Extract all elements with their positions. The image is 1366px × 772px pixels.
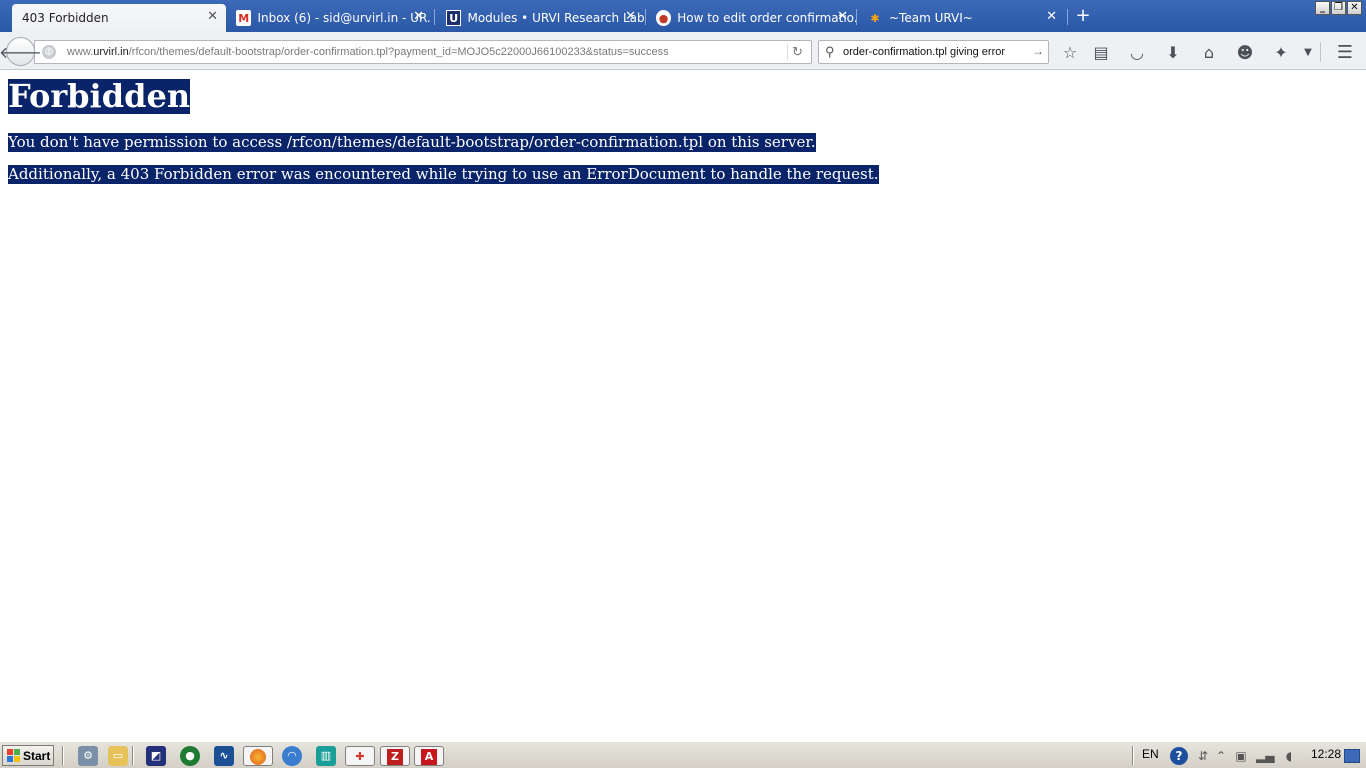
tab-title: Modules • URVI Research Labs [467,11,644,25]
search-icon: ⚲ [825,44,835,59]
window-controls: _ ❐ ✕ [1315,1,1362,15]
url-bar[interactable]: ◍ www.urvirl.in/rfcon/themes/default-boo… [34,40,812,64]
extension-icon[interactable]: ✦ [1270,41,1292,63]
close-tab-icon[interactable]: ✕ [207,10,218,24]
back-arrow-icon: 🡐 [0,42,42,62]
pocket-icon[interactable]: ◡ [1126,41,1148,63]
navigation-toolbar: ◍ www.urvirl.in/rfcon/themes/default-boo… [0,32,1366,70]
home-icon[interactable]: ⌂ [1198,41,1220,63]
menu-icon[interactable]: ☰ [1334,41,1356,63]
firefox-icon [250,749,266,765]
taskbar: Start ⚙ ▭ ◩ ● ∿ ◠ ▥ ✚ Z A EN ? ⇵ ⌃ ▣ ▂▄ … [0,741,1366,768]
start-button[interactable]: Start [2,745,54,766]
error-document-message: Additionally, a 403 Forbidden error was … [8,165,879,184]
joomla-icon: ✱ [870,11,880,25]
folder-icon[interactable]: ▭ [108,746,128,766]
close-tab-icon[interactable]: ✕ [1046,10,1057,24]
image-tool-icon: ✚ [355,750,365,763]
permission-message: You don't have permission to access /rfc… [8,133,816,152]
tray-arrows-icon[interactable]: ⇵ [1194,747,1212,765]
globe-icon: ◍ [42,45,56,59]
clock[interactable]: 12:28 [1311,747,1341,761]
search-bar[interactable]: ⚲ → [818,40,1049,64]
close-tab-icon[interactable]: ✕ [837,10,848,24]
help-icon[interactable]: ? [1170,747,1188,765]
signal-icon[interactable]: ▂▄ [1256,747,1274,765]
tab-separator [434,9,435,25]
tab-separator [1067,9,1068,25]
bookmark-star-icon[interactable]: ☆ [1059,41,1081,63]
toolbar-separator [1320,42,1321,62]
gmail-icon: M [236,10,252,26]
device-icon[interactable]: ▣ [1232,747,1250,765]
tab-title: How to edit order confirmatio... [677,11,856,25]
back-button[interactable]: 🡐 [0,37,42,66]
pdf-reader-button[interactable]: A [414,746,444,766]
tab-title: ~Team URVI~ [889,11,973,25]
taskbar-separator [62,746,64,765]
chat-icon[interactable]: ☻ [1234,41,1256,63]
app-icon[interactable]: ◩ [146,746,166,766]
close-window-button[interactable]: ✕ [1347,1,1362,15]
reload-icon[interactable]: ↻ [787,44,807,60]
close-tab-icon[interactable]: ✕ [413,10,424,24]
image-tool-button[interactable]: ✚ [345,746,375,766]
new-tab-button[interactable]: + [1074,7,1092,25]
start-label: Start [23,748,51,763]
tab-strip: 403 Forbidden ✕ M Inbox (6) - sid@urvirl… [0,0,1366,32]
firefox-taskbar-button[interactable] [243,746,273,766]
show-desktop-icon[interactable] [1344,749,1360,763]
search-input[interactable] [843,44,1028,60]
tab-gmail-inbox[interactable]: M Inbox (6) - sid@urvirl.in - UR... ✕ [226,4,432,32]
tray-expand-icon[interactable]: ⌃ [1212,747,1230,765]
forum-icon: ● [656,10,672,26]
minimize-button[interactable]: _ [1315,1,1330,15]
u-logo-icon: U [446,10,462,26]
url-domain: urvirl.in [93,46,129,58]
pdf-icon: A [421,749,437,765]
filezilla-button[interactable]: Z [380,746,410,766]
tab-title: Inbox (6) - sid@urvirl.in - UR... [257,11,432,25]
search-go-arrow-icon[interactable]: → [1032,44,1044,58]
chart-app-icon[interactable]: ∿ [214,746,234,766]
url-text[interactable]: www.urvirl.in/rfcon/themes/default-boots… [67,46,669,58]
page-title: Forbidden [8,77,191,115]
taskbar-separator [132,746,134,765]
tab-team-urvi[interactable]: ✱ ~Team URVI~ ✕ [857,4,1065,32]
url-prefix: www. [67,46,94,58]
url-path: /rfcon/themes/default-bootstrap/order-co… [128,46,669,58]
network-tool-icon[interactable]: ⚙ [78,746,98,766]
language-indicator[interactable]: EN [1142,747,1159,761]
network-monitor-icon[interactable]: ▥ [316,746,336,766]
filezilla-icon: Z [387,749,403,765]
tab-title: 403 Forbidden [22,11,109,25]
taskbar-separator [1132,746,1134,765]
page-content: Forbidden You don't have permission to a… [0,71,1366,741]
chevron-down-icon[interactable]: ▼ [1297,41,1319,63]
reading-list-icon[interactable]: ▤ [1090,41,1112,63]
tab-how-to-edit-order[interactable]: ● How to edit order confirmatio... ✕ [646,4,856,32]
download-icon[interactable]: ⬇ [1162,41,1184,63]
close-tab-icon[interactable]: ✕ [625,10,636,24]
tab-403-forbidden[interactable]: 403 Forbidden ✕ [12,4,226,32]
windows-logo-icon [7,749,20,762]
restore-button[interactable]: ❐ [1331,1,1346,15]
volume-icon[interactable]: ◖ [1280,747,1298,765]
tab-modules-urvi[interactable]: U Modules • URVI Research Labs ✕ [436,4,644,32]
globe-app-icon[interactable]: ● [180,746,200,766]
browser-app-icon[interactable]: ◠ [282,746,302,766]
